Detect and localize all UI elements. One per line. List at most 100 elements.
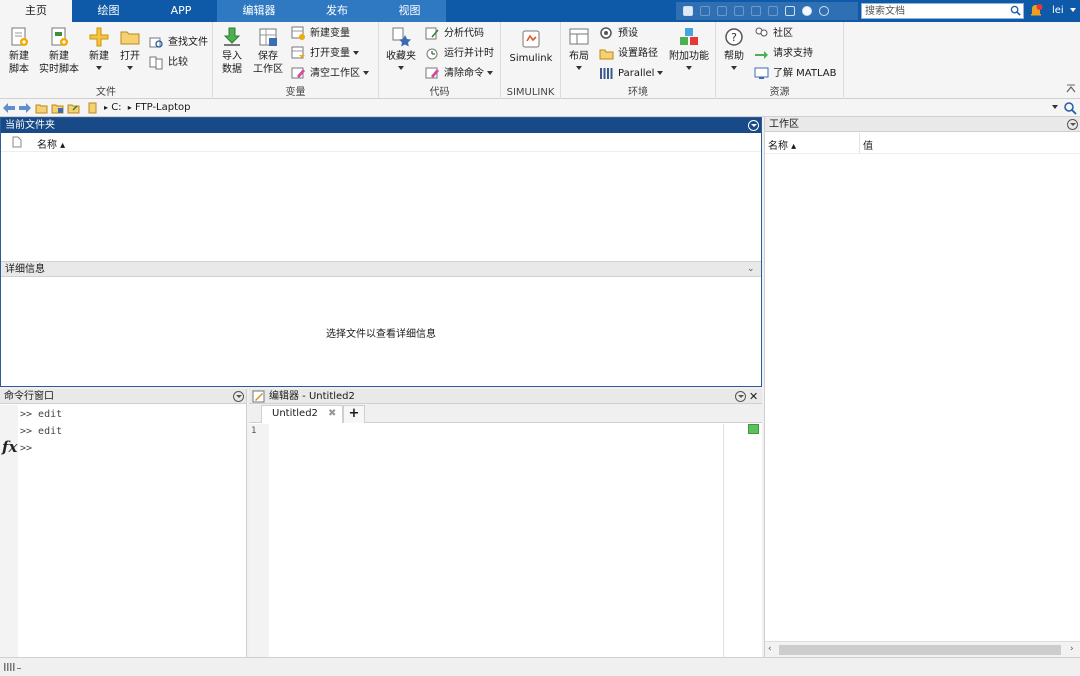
- find-files-label: 查找文件: [168, 37, 208, 48]
- column-divider[interactable]: [859, 133, 860, 154]
- save-icon[interactable]: [680, 4, 695, 18]
- undo-icon[interactable]: [748, 4, 763, 18]
- close-tab-icon[interactable]: ✖: [328, 408, 336, 419]
- layout-button[interactable]: 布局: [566, 26, 592, 70]
- tab-apps[interactable]: APP: [145, 0, 217, 22]
- compare-icon: [149, 56, 163, 70]
- new-script-button[interactable]: 新建 脚本: [5, 26, 33, 76]
- breadcrumb[interactable]: ▸ C: ▸ FTP-Laptop: [104, 99, 191, 117]
- search-icon[interactable]: [1010, 5, 1021, 16]
- editor-header[interactable]: 编辑器 - Untitled2 ✕: [249, 389, 762, 404]
- open-variable-button[interactable]: 打开变量: [291, 45, 359, 62]
- favorites-button[interactable]: 收藏夹: [385, 26, 417, 70]
- horizontal-scrollbar[interactable]: ‹ ›: [765, 641, 1080, 657]
- panel-actions-icon[interactable]: [233, 391, 244, 402]
- clear-workspace-button[interactable]: 清空工作区: [291, 65, 369, 82]
- details-header[interactable]: 详细信息 ⌄: [1, 261, 761, 277]
- add-ons-button[interactable]: 附加功能: [667, 26, 711, 70]
- compare-button[interactable]: 比较: [149, 54, 188, 71]
- help-icon[interactable]: [799, 4, 814, 18]
- import-data-icon: [223, 27, 241, 46]
- function-browser-fx-icon[interactable]: fx: [2, 438, 17, 456]
- workspace-name-column[interactable]: 名称 ▴: [768, 137, 796, 152]
- new-live-script-button[interactable]: 新建 实时脚本: [37, 26, 81, 76]
- chevron-down-icon[interactable]: ⌄: [747, 262, 755, 277]
- breadcrumb-drive[interactable]: C:: [111, 102, 121, 113]
- analyze-code-label: 分析代码: [444, 28, 484, 39]
- gear-icon: [600, 27, 612, 39]
- help-label: 帮助: [724, 51, 744, 62]
- tab-editor[interactable]: 编辑器: [217, 0, 301, 22]
- community-button[interactable]: 社区: [754, 25, 793, 42]
- plus-icon: [89, 27, 109, 47]
- browse-folder-icon[interactable]: [51, 102, 64, 114]
- scroll-right-icon[interactable]: ›: [1070, 644, 1074, 654]
- parallel-button[interactable]: Parallel: [599, 65, 664, 82]
- switch-windows-icon[interactable]: [782, 4, 797, 18]
- analyze-code-button[interactable]: 分析代码: [425, 25, 484, 42]
- run-and-time-button[interactable]: 运行并计时: [425, 45, 494, 62]
- paste-icon[interactable]: [731, 4, 746, 18]
- redo-icon[interactable]: [765, 4, 780, 18]
- panel-actions-icon[interactable]: [1067, 119, 1078, 130]
- notification-bell-icon[interactable]: [1029, 3, 1043, 18]
- simulink-label: Simulink: [509, 53, 553, 64]
- quick-access-menu-icon[interactable]: [816, 4, 831, 18]
- find-files-button[interactable]: 查找文件: [149, 34, 208, 51]
- simulink-button[interactable]: Simulink: [507, 28, 555, 65]
- tab-plots[interactable]: 绘图: [72, 0, 145, 22]
- tab-view[interactable]: 视图: [373, 0, 446, 22]
- user-account-menu[interactable]: lei: [1052, 0, 1076, 22]
- command-window-panel: 命令行窗口 >> edit >> edit fx >>: [0, 389, 247, 657]
- command-window-header[interactable]: 命令行窗口: [0, 389, 246, 404]
- workspace-header[interactable]: 工作区: [765, 117, 1080, 132]
- import-data-button[interactable]: 导入 数据: [219, 26, 245, 76]
- request-support-button[interactable]: 请求支持: [754, 45, 813, 62]
- parallel-icon: [600, 68, 613, 79]
- up-folder-icon[interactable]: [35, 102, 48, 114]
- new-variable-button[interactable]: 新建变量: [291, 25, 350, 42]
- status-bar: [0, 657, 1080, 676]
- code-analyzer-status-indicator[interactable]: [748, 424, 759, 434]
- chevron-down-icon: [576, 66, 582, 70]
- search-input[interactable]: [862, 4, 1002, 19]
- scrollbar-thumb[interactable]: [779, 645, 1061, 655]
- code-text-area[interactable]: [270, 424, 723, 657]
- new-button[interactable]: 新建: [85, 26, 113, 70]
- cut-icon[interactable]: [697, 4, 712, 18]
- panel-actions-icon[interactable]: [735, 391, 746, 402]
- workspace-value-column[interactable]: 值: [863, 137, 873, 152]
- current-folder-header[interactable]: 当前文件夹: [1, 118, 761, 133]
- tab-home[interactable]: 主页: [0, 0, 72, 22]
- learn-matlab-button[interactable]: 了解 MATLAB: [754, 65, 836, 82]
- clear-commands-button[interactable]: 清除命令: [425, 65, 493, 82]
- workspace-title: 工作区: [769, 119, 799, 130]
- add-tab-button[interactable]: +: [343, 405, 365, 423]
- clear-commands-icon: [425, 67, 439, 79]
- preferences-button[interactable]: 预设: [599, 25, 638, 42]
- folder-navigate-icon[interactable]: [67, 102, 81, 114]
- chevron-down-icon: [657, 71, 664, 75]
- open-label: 打开: [120, 51, 140, 62]
- tab-publish[interactable]: 发布: [301, 0, 373, 22]
- breadcrumb-folder[interactable]: FTP-Laptop: [135, 102, 191, 113]
- open-button[interactable]: 打开: [117, 26, 143, 70]
- help-button[interactable]: ? 帮助: [721, 26, 747, 70]
- command-prompt[interactable]: >>: [20, 443, 32, 454]
- scroll-left-icon[interactable]: ‹: [768, 644, 772, 654]
- set-path-button[interactable]: 设置路径: [599, 45, 658, 62]
- search-folder-icon[interactable]: [1063, 101, 1077, 115]
- name-column-header[interactable]: 名称 ▴: [37, 136, 65, 151]
- save-workspace-button[interactable]: 保存 工作区: [251, 26, 285, 76]
- panel-actions-icon[interactable]: [748, 120, 759, 131]
- editor-tab-untitled2[interactable]: Untitled2 ✖: [261, 405, 343, 423]
- close-icon[interactable]: ✕: [749, 389, 758, 404]
- forward-arrow-icon[interactable]: [18, 102, 32, 114]
- code-group-label: 代码: [429, 87, 450, 98]
- ribbon-toolstrip: 新建 脚本 新建 实时脚本 新建 打开 查找文件 比较 文件 导入 数据 保存 …: [0, 22, 1080, 99]
- back-arrow-icon[interactable]: [2, 102, 16, 114]
- simulink-icon: [522, 30, 540, 48]
- address-history-dropdown-icon[interactable]: [1052, 105, 1058, 109]
- copy-icon[interactable]: [714, 4, 729, 18]
- collapse-toolstrip-icon[interactable]: [1066, 84, 1076, 94]
